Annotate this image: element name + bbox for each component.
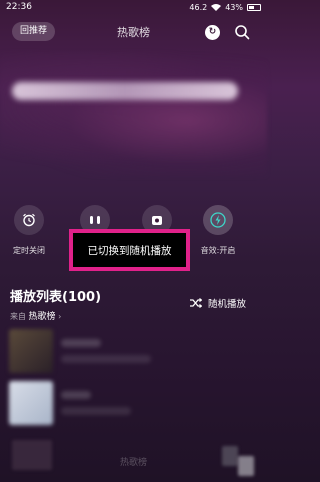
- top-bar: 回推荐 热歌榜 ↻: [0, 22, 267, 44]
- search-icon[interactable]: [234, 24, 250, 40]
- sound-effect-control[interactable]: 音效:开启: [193, 205, 243, 256]
- sleep-timer-control[interactable]: 定时关闭: [4, 205, 54, 256]
- playlist-item[interactable]: [9, 381, 259, 425]
- track-thumbnail: [9, 381, 53, 425]
- source-prefix: 来自: [10, 312, 26, 321]
- footer-title: 热歌榜: [119, 458, 147, 468]
- status-bar: 22:36 46.2 43%: [0, 0, 267, 14]
- blurred-cover-art: [0, 52, 267, 177]
- shuffle-icon: [190, 298, 202, 308]
- blurred-song-info: [12, 82, 238, 100]
- share-icon[interactable]: ↻: [205, 25, 220, 40]
- source-name: 热歌榜: [28, 312, 56, 322]
- wifi-icon: [211, 4, 222, 11]
- page-title: 热歌榜: [117, 26, 150, 39]
- lightning-icon: [203, 205, 233, 235]
- playlist-source[interactable]: 来自 热歌榜 ›: [10, 309, 260, 322]
- network-speed: 46.2: [189, 2, 208, 12]
- shuffle-label: 随机播放: [208, 299, 247, 310]
- track-artist-placeholder: [61, 407, 131, 415]
- sound-effect-label: 音效:开启: [200, 246, 236, 255]
- status-indicators: 46.2 43%: [189, 3, 261, 12]
- status-time: 22:36: [6, 2, 32, 12]
- chevron-right-icon: ›: [58, 312, 62, 321]
- playlist-item[interactable]: [9, 329, 259, 373]
- track-title-placeholder: [61, 339, 101, 347]
- track-title-placeholder: [61, 391, 91, 399]
- battery-icon: [247, 3, 261, 11]
- battery-level: 43%: [225, 2, 243, 12]
- track-thumbnail: [9, 329, 53, 373]
- track-artist-placeholder: [61, 355, 151, 363]
- shuffle-toast: 已切换到随机播放: [69, 229, 190, 271]
- alarm-clock-icon: [14, 205, 44, 235]
- toast-message: 已切换到随机播放: [87, 244, 172, 257]
- sleep-timer-label: 定时关闭: [13, 246, 45, 255]
- shuffle-mode-button[interactable]: 随机播放: [190, 296, 246, 310]
